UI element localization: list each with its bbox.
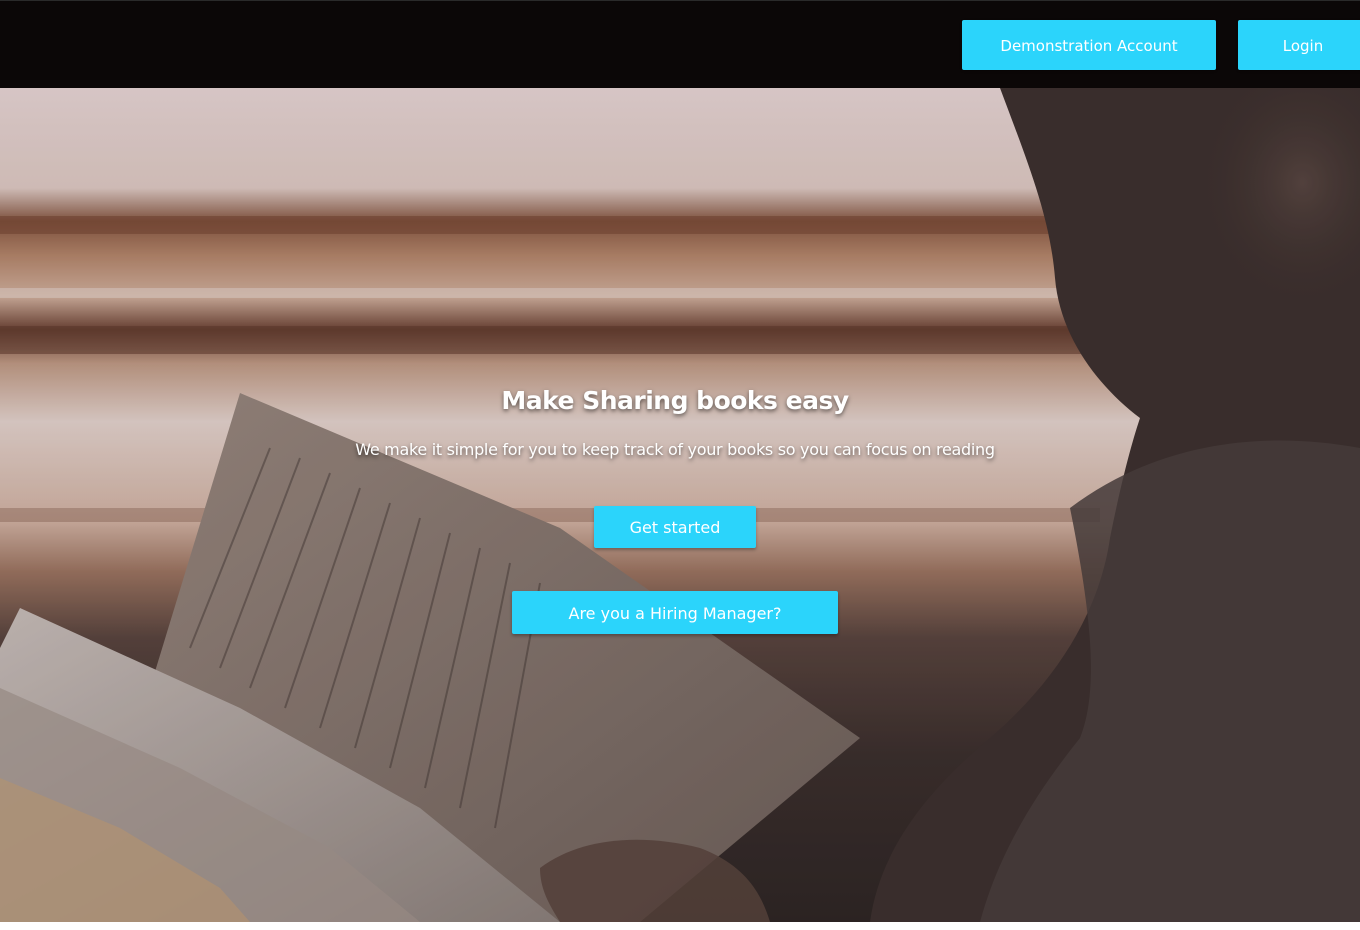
landing-page: Demonstration Account Login Make Sharing… xyxy=(0,0,1360,930)
hero-content: Make Sharing books easy We make it simpl… xyxy=(0,88,1360,922)
hiring-manager-button[interactable]: Are you a Hiring Manager? xyxy=(512,591,838,634)
hero-title: Make Sharing books easy xyxy=(501,386,849,415)
hero-section: Make Sharing books easy We make it simpl… xyxy=(0,88,1360,922)
page-bottom-strip xyxy=(0,922,1360,930)
hero-subtitle: We make it simple for you to keep track … xyxy=(355,440,995,459)
login-button[interactable]: Login xyxy=(1238,20,1360,70)
top-navbar: Demonstration Account Login xyxy=(0,0,1360,88)
get-started-button[interactable]: Get started xyxy=(594,506,756,548)
demonstration-account-button[interactable]: Demonstration Account xyxy=(962,20,1216,70)
